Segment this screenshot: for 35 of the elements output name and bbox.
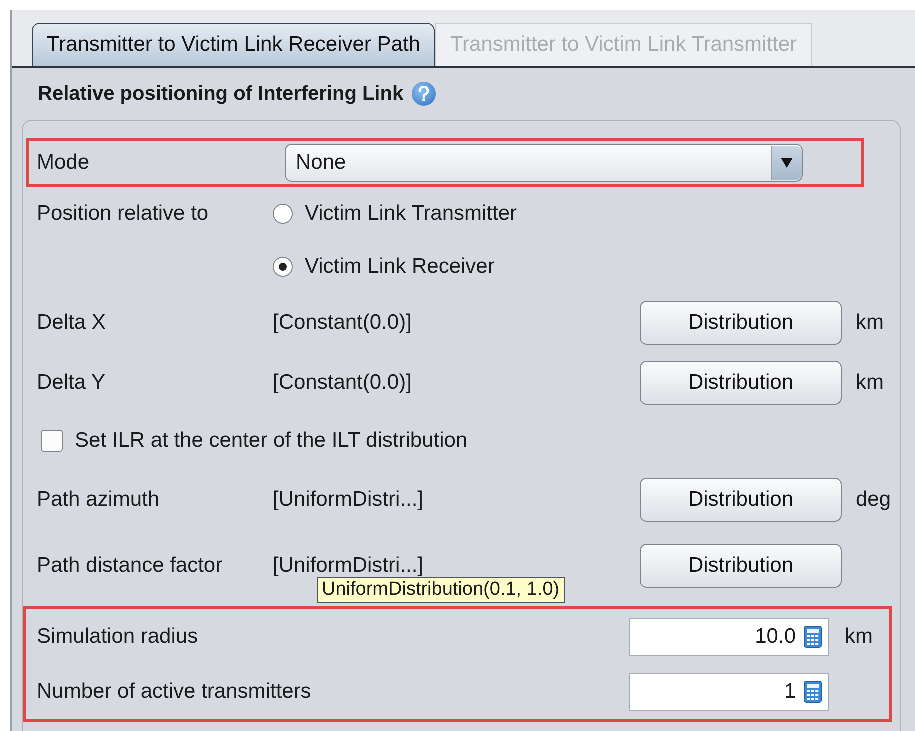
checkbox-option[interactable]: Set ILR at the center of the ILT distribution — [37, 429, 900, 453]
field-label: Number of active transmitters — [37, 679, 312, 705]
distribution-button[interactable]: Distribution — [640, 300, 842, 344]
calculator-icon[interactable] — [804, 626, 822, 648]
unit-label: km — [844, 625, 874, 649]
radio-option[interactable]: Victim Link Receiver — [273, 254, 900, 278]
position-label: Position relative to — [37, 201, 210, 227]
tooltip: UniformDistribution(0.1, 1.0) — [317, 577, 565, 603]
mode-dropdown[interactable]: None — [285, 144, 803, 182]
parameter-value: [Constant(0.0)] — [273, 310, 413, 334]
unit-label: km — [855, 310, 885, 334]
help-icon[interactable] — [412, 82, 436, 106]
parameter-value: [UniformDistri...] — [273, 554, 425, 578]
parameter-label: Delta Y — [37, 370, 106, 396]
distribution-button[interactable]: Distribution — [640, 361, 842, 405]
unit-label: deg — [855, 488, 892, 512]
radio-button[interactable] — [273, 204, 293, 224]
field-label: Simulation radius — [37, 624, 200, 650]
tab[interactable]: Transmitter to Victim Link Receiver Path — [32, 23, 436, 66]
mode-label: Mode — [37, 150, 91, 176]
checkbox[interactable] — [41, 430, 63, 452]
distribution-button[interactable]: Distribution — [640, 544, 842, 588]
section-title: Relative positioning of Interfering Link — [38, 82, 404, 106]
parameter-value: [UniformDistri...] — [273, 488, 425, 512]
radio-button[interactable] — [273, 256, 293, 276]
parameter-value: [Constant(0.0)] — [273, 371, 413, 395]
distribution-button[interactable]: Distribution — [640, 478, 842, 522]
calculator-icon[interactable] — [804, 681, 822, 703]
parameter-label: Path azimuth — [37, 487, 161, 513]
parameter-label: Path distance factor — [37, 553, 224, 579]
number-input[interactable]: 10.0 — [629, 618, 829, 656]
radio-option[interactable]: Victim Link Transmitter — [273, 202, 900, 226]
unit-label: km — [855, 371, 885, 395]
number-input[interactable]: 1 — [629, 673, 829, 711]
parameter-label: Delta X — [37, 310, 107, 336]
